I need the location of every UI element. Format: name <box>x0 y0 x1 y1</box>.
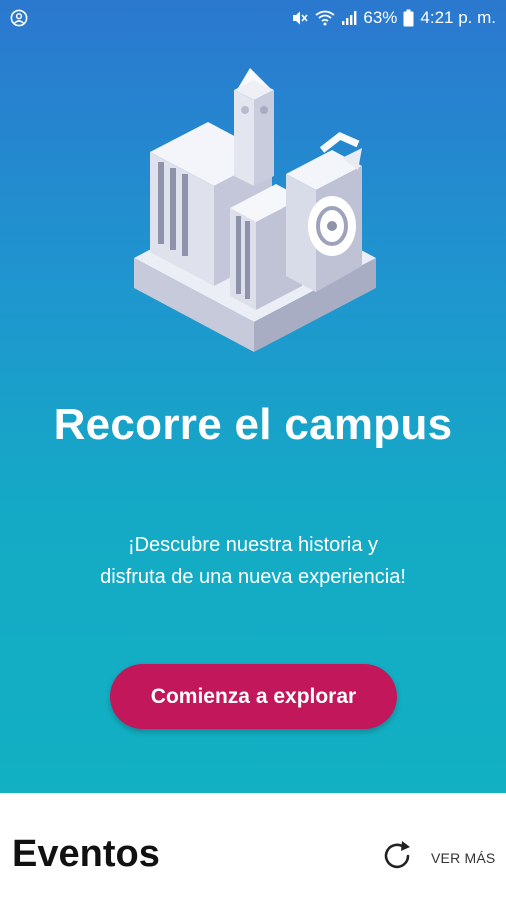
see-more-link[interactable]: VER MÁS <box>431 850 495 866</box>
start-exploring-button[interactable]: Comienza a explorar <box>110 664 397 729</box>
wifi-icon <box>315 10 335 26</box>
battery-icon <box>403 9 414 27</box>
status-bar: 63% 4:21 p. m. <box>0 0 506 38</box>
battery-percent: 63% <box>363 8 398 27</box>
hero-subtitle-line-2: disfruta de una nueva experiencia! <box>100 566 406 588</box>
hero-subtitle-line-1: ¡Descubre nuestra historia y <box>127 534 379 556</box>
events-title: Eventos <box>12 833 160 875</box>
hero-section: 63% 4:21 p. m. Recorre el campus ¡Descub… <box>0 0 506 793</box>
refresh-icon[interactable] <box>378 837 416 875</box>
account-circle-icon <box>10 9 28 27</box>
hero-subtitle: ¡Descubre nuestra historia y disfruta de… <box>0 529 506 593</box>
hero-title: Recorre el campus <box>53 400 453 449</box>
events-section: Eventos VER MÁS <box>0 793 506 900</box>
campus-building-illustration <box>134 68 376 352</box>
mute-icon <box>293 11 308 25</box>
signal-icon <box>342 11 357 25</box>
status-time: 4:21 p. m. <box>420 8 496 27</box>
status-icons: 63% 4:21 p. m. <box>291 8 496 28</box>
